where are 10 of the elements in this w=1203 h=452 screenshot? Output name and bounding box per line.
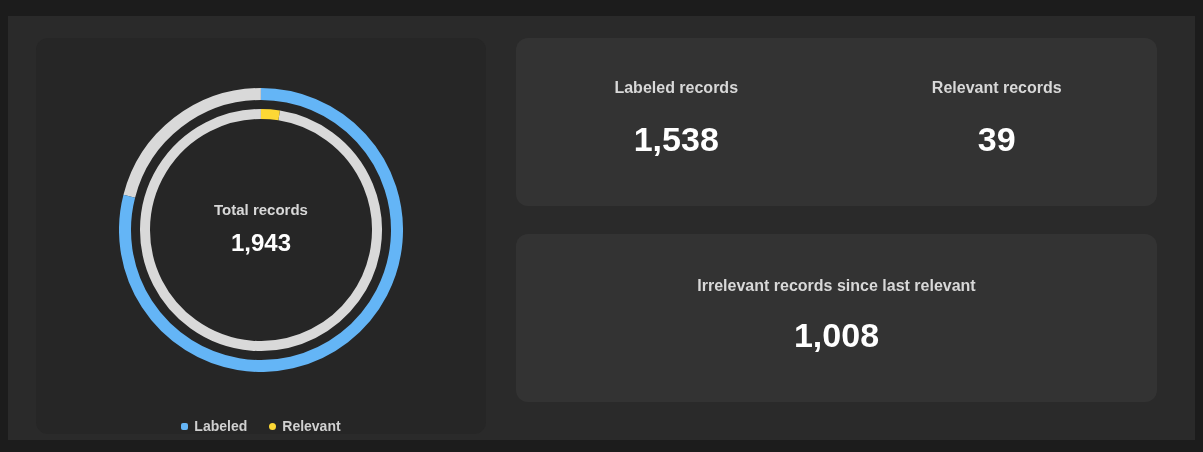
chart-center-value: 1,943 xyxy=(230,228,292,259)
chart-center-label: Total records xyxy=(214,199,308,220)
stat-label: Relevant records xyxy=(931,78,1062,98)
stat-value: 39 xyxy=(977,119,1016,160)
stat-value: 1,008 xyxy=(793,315,880,356)
stat-label: Irrelevant records since last relevant xyxy=(697,276,976,296)
legend-label: Labeled xyxy=(194,417,248,436)
legend-label: Relevant xyxy=(282,417,341,436)
stat-label: Labeled records xyxy=(614,78,739,98)
stat-value: 1,538 xyxy=(633,119,719,160)
